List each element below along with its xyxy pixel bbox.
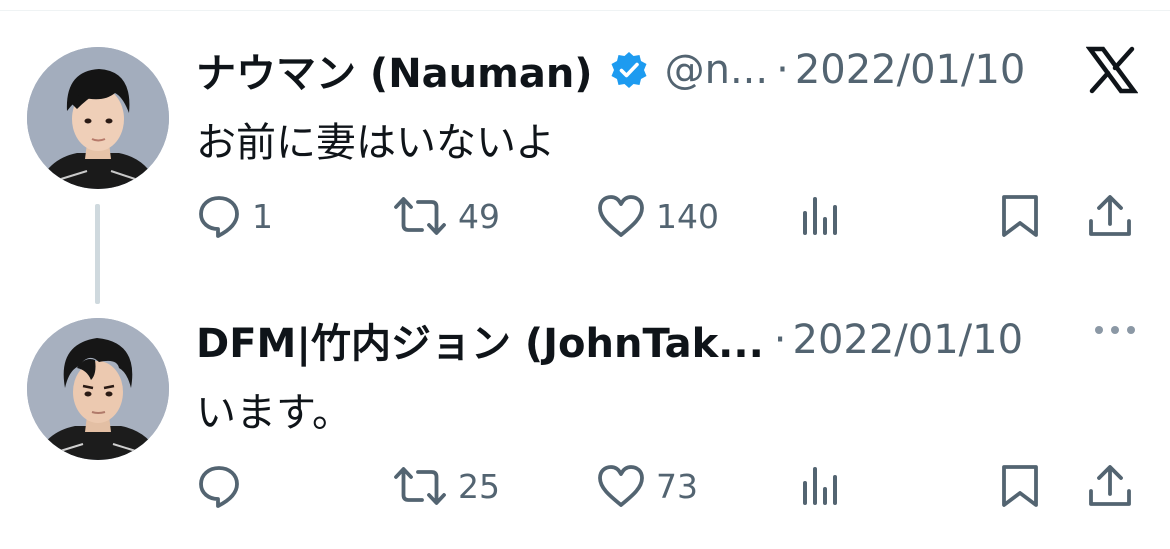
- like-count: 73: [656, 466, 698, 506]
- share-button[interactable]: [1086, 186, 1134, 246]
- like-button[interactable]: 140: [596, 186, 719, 246]
- retweet-count: 49: [458, 196, 500, 236]
- retweet-icon: [392, 193, 448, 239]
- separator-dot: ·: [776, 47, 789, 93]
- tweet-actions: 25 73: [196, 456, 1146, 516]
- x-logo-icon[interactable]: [1085, 46, 1139, 98]
- analytics-icon: [800, 463, 842, 509]
- tweet-text: お前に妻はいないよ: [196, 120, 556, 166]
- share-icon: [1086, 463, 1134, 509]
- bookmark-button[interactable]: [998, 456, 1042, 516]
- retweet-button[interactable]: 49: [392, 186, 500, 246]
- thread-connector-line: [95, 204, 100, 304]
- like-button[interactable]: 73: [596, 456, 698, 516]
- bookmark-button[interactable]: [998, 186, 1042, 246]
- tweet-header: DFM|竹内ジョン (JohnTak... · 2022/01/10: [196, 308, 1023, 372]
- tweet-date[interactable]: 2022/01/10: [795, 47, 1026, 93]
- reply-count: 1: [252, 196, 273, 236]
- more-dots-icon[interactable]: [1094, 320, 1136, 339]
- avatar[interactable]: [27, 318, 169, 460]
- display-name[interactable]: ナウマン (Nauman): [196, 41, 593, 99]
- like-count: 140: [656, 196, 719, 236]
- share-button[interactable]: [1086, 456, 1134, 516]
- separator-dot: ·: [773, 317, 787, 363]
- bookmark-icon: [998, 193, 1042, 239]
- tweet-header: ナウマン (Nauman) @n... · 2022/01/10: [196, 38, 1025, 102]
- verified-badge-icon: [609, 50, 649, 90]
- views-button[interactable]: [800, 456, 842, 516]
- avatar[interactable]: [27, 47, 169, 189]
- tweet-date[interactable]: 2022/01/10: [793, 317, 1024, 363]
- retweet-icon: [392, 463, 448, 509]
- tweet-text: います。: [196, 390, 352, 436]
- user-handle[interactable]: @n...: [665, 47, 769, 93]
- heart-icon: [596, 463, 646, 509]
- reply-button[interactable]: 1: [196, 186, 273, 246]
- heart-icon: [596, 193, 646, 239]
- reply-icon: [196, 463, 242, 509]
- retweet-button[interactable]: 25: [392, 456, 500, 516]
- analytics-icon: [800, 193, 842, 239]
- retweet-count: 25: [458, 466, 500, 506]
- views-button[interactable]: [800, 186, 842, 246]
- top-divider: [0, 10, 1170, 11]
- display-name[interactable]: DFM|竹内ジョン (JohnTak...: [196, 311, 764, 369]
- reply-icon: [196, 193, 242, 239]
- bookmark-icon: [998, 463, 1042, 509]
- tweet-actions: 1 49 140: [196, 186, 1146, 246]
- share-icon: [1086, 193, 1134, 239]
- reply-button[interactable]: [196, 456, 252, 516]
